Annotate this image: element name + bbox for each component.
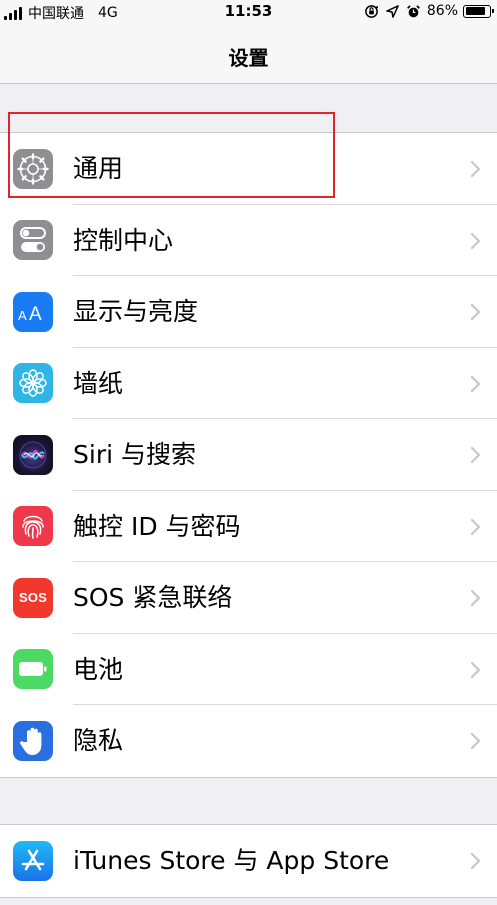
settings-row-label: 控制中心 xyxy=(73,225,174,255)
location-icon xyxy=(386,4,399,18)
svg-text:A: A xyxy=(29,304,42,324)
app-store-icon xyxy=(13,840,53,881)
sos-icon-text: SOS xyxy=(18,590,48,605)
settings-row-label: 隐私 xyxy=(73,726,124,755)
settings-row-general[interactable]: 通用 xyxy=(0,133,497,205)
chevron-right-icon xyxy=(470,446,481,464)
settings-row-label: SOS 紧急联络 xyxy=(73,583,233,612)
toggles-icon xyxy=(13,220,53,260)
settings-group-stores: iTunes Store 与 App Store xyxy=(0,824,497,898)
sos-icon: SOS xyxy=(13,577,53,618)
chevron-right-icon xyxy=(470,518,481,535)
fingerprint-icon xyxy=(13,506,53,546)
settings-row-label: 电池 xyxy=(73,654,124,684)
battery-fill xyxy=(465,7,486,15)
settings-row-display-brightness[interactable]: A A 显示与亮度 xyxy=(0,276,497,348)
chevron-right-icon xyxy=(470,852,481,870)
settings-row-sos[interactable]: SOS SOS 紧急联络 xyxy=(0,562,497,634)
siri-icon xyxy=(13,434,53,475)
chevron-right-icon xyxy=(470,661,481,678)
status-bar: 中国联通 4G 11:53 86% xyxy=(0,0,497,24)
orientation-lock-icon xyxy=(365,4,378,18)
settings-row-wallpaper[interactable]: 墙纸 xyxy=(0,348,497,419)
chevron-right-icon xyxy=(470,232,481,249)
settings-row-label: Siri 与搜索 xyxy=(73,440,196,469)
chevron-right-icon xyxy=(470,732,481,750)
chevron-right-icon xyxy=(470,375,481,392)
battery-icon xyxy=(463,4,494,18)
settings-row-label: iTunes Store 与 App Store xyxy=(73,846,390,875)
settings-row-touch-id[interactable]: 触控 ID 与密码 xyxy=(0,491,497,562)
chevron-right-icon xyxy=(470,160,481,178)
battery-percentage: 86% xyxy=(426,3,458,19)
navigation-bar: 设置 xyxy=(0,24,497,84)
page-title: 设置 xyxy=(228,46,269,70)
settings-row-privacy[interactable]: 隐私 xyxy=(0,705,497,777)
settings-row-control-center[interactable]: 控制中心 xyxy=(0,205,497,276)
gear-icon xyxy=(13,148,53,189)
hand-icon xyxy=(13,720,53,761)
alarm-icon xyxy=(406,4,420,17)
flower-icon xyxy=(13,363,53,403)
chevron-right-icon xyxy=(470,589,481,607)
settings-row-label: 触控 ID 与密码 xyxy=(73,511,241,541)
svg-text:A: A xyxy=(18,308,27,323)
settings-row-label: 墙纸 xyxy=(73,368,124,398)
settings-row-label: 显示与亮度 xyxy=(73,297,199,326)
settings-group-main: 通用 控制中心 A A 显示与亮度 墙纸 Siri 与搜索 触控 ID 与密码 … xyxy=(0,132,497,778)
settings-row-label: 通用 xyxy=(73,154,124,183)
settings-row-siri-search[interactable]: Siri 与搜索 xyxy=(0,419,497,491)
settings-row-battery[interactable]: 电池 xyxy=(0,634,497,705)
battery-icon xyxy=(13,649,53,689)
settings-screen: 中国联通 4G 11:53 86% 设置 通用 控制中心 A A 显示与亮度 墙… xyxy=(0,0,497,905)
chevron-right-icon xyxy=(470,303,481,321)
text-size-icon: A A xyxy=(13,291,53,332)
settings-row-itunes-app-store[interactable]: iTunes Store 与 App Store xyxy=(0,825,497,897)
